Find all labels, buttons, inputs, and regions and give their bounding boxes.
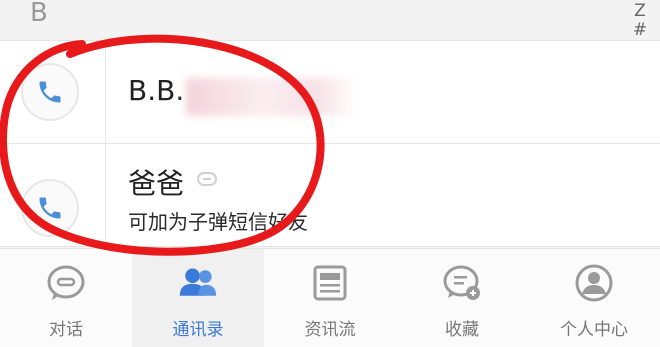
contact-row-bb[interactable]: B.B. [0, 41, 660, 144]
alphabet-index-bar[interactable]: Z # [632, 2, 648, 40]
call-area[interactable] [0, 41, 106, 143]
tab-news-feed[interactable]: 资讯流 [264, 249, 396, 347]
contact-name: B.B. [128, 74, 185, 107]
tab-label: 个人中心 [560, 320, 628, 340]
bottom-tab-bar: 对话 通讯录 资讯流 收藏 个人中心 [0, 248, 660, 347]
tab-profile[interactable]: 个人中心 [528, 249, 660, 347]
section-letter: B [30, 0, 48, 28]
profile-icon [574, 263, 614, 303]
index-letter-z[interactable]: Z [634, 2, 646, 21]
chat-icon [46, 263, 86, 303]
contact-name: 爸爸 [128, 167, 185, 200]
section-header-b: B [0, 0, 660, 41]
tab-label: 对话 [49, 320, 83, 340]
tab-label: 资讯流 [304, 320, 356, 340]
call-button[interactable] [21, 63, 79, 121]
contact-row-baba[interactable]: 爸爸 可加为子弹短信好友 [0, 144, 660, 247]
contact-subtitle: 可加为子弹短信好友 [128, 210, 308, 234]
phone-icon [39, 197, 61, 219]
message-icon [197, 172, 217, 186]
index-letter-hash[interactable]: # [633, 21, 647, 40]
call-area[interactable] [0, 144, 106, 246]
favorites-icon [442, 263, 482, 303]
redacted-name-blur [186, 78, 358, 116]
tab-chat[interactable]: 对话 [0, 249, 132, 347]
tab-favorites[interactable]: 收藏 [396, 249, 528, 347]
phone-icon [39, 81, 61, 103]
tab-contacts[interactable]: 通讯录 [132, 249, 264, 347]
tab-label: 收藏 [445, 320, 479, 340]
call-button[interactable] [21, 179, 79, 237]
tab-label: 通讯录 [172, 320, 224, 340]
news-icon [310, 263, 350, 303]
contacts-icon [178, 263, 218, 303]
